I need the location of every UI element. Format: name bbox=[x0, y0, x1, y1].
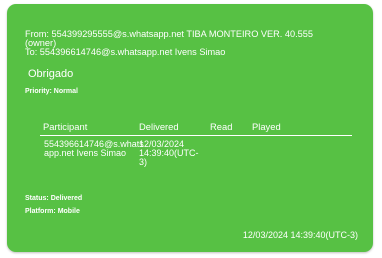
column-header-read: Read bbox=[210, 121, 233, 132]
platform-row: Platform: Mobile bbox=[25, 208, 80, 215]
delivered-cell-line-2: 14:39:40(UTC- bbox=[139, 148, 199, 158]
platform-label: Platform: bbox=[25, 208, 56, 215]
message-body: Obrigado bbox=[28, 68, 74, 80]
status-value: Delivered bbox=[50, 195, 83, 202]
message-bubble: From: 554399295555@s.whatsapp.net TIBA M… bbox=[7, 4, 373, 252]
status-label: Status: bbox=[25, 195, 49, 202]
table-header-divider bbox=[40, 135, 352, 136]
message-timestamp: 12/03/2024 14:39:40(UTC-3) bbox=[242, 230, 358, 240]
priority-row: Priority: Normal bbox=[25, 88, 78, 95]
platform-value: Mobile bbox=[57, 208, 80, 215]
from-line: From: 554399295555@s.whatsapp.net TIBA M… bbox=[25, 29, 313, 39]
priority-label: Priority: bbox=[25, 88, 52, 95]
column-header-participant: Participant bbox=[43, 121, 88, 132]
column-header-played: Played bbox=[252, 121, 281, 132]
status-row: Status: Delivered bbox=[25, 195, 82, 202]
column-header-delivered: Delivered bbox=[139, 121, 179, 132]
priority-value: Normal bbox=[53, 88, 78, 95]
delivered-cell-line-3: 3) bbox=[139, 157, 148, 167]
to-line: To: 554396614746@s.whatsapp.net Ivens Si… bbox=[25, 47, 226, 57]
participant-cell-line-2: app.net Ivens Simao bbox=[44, 148, 127, 158]
